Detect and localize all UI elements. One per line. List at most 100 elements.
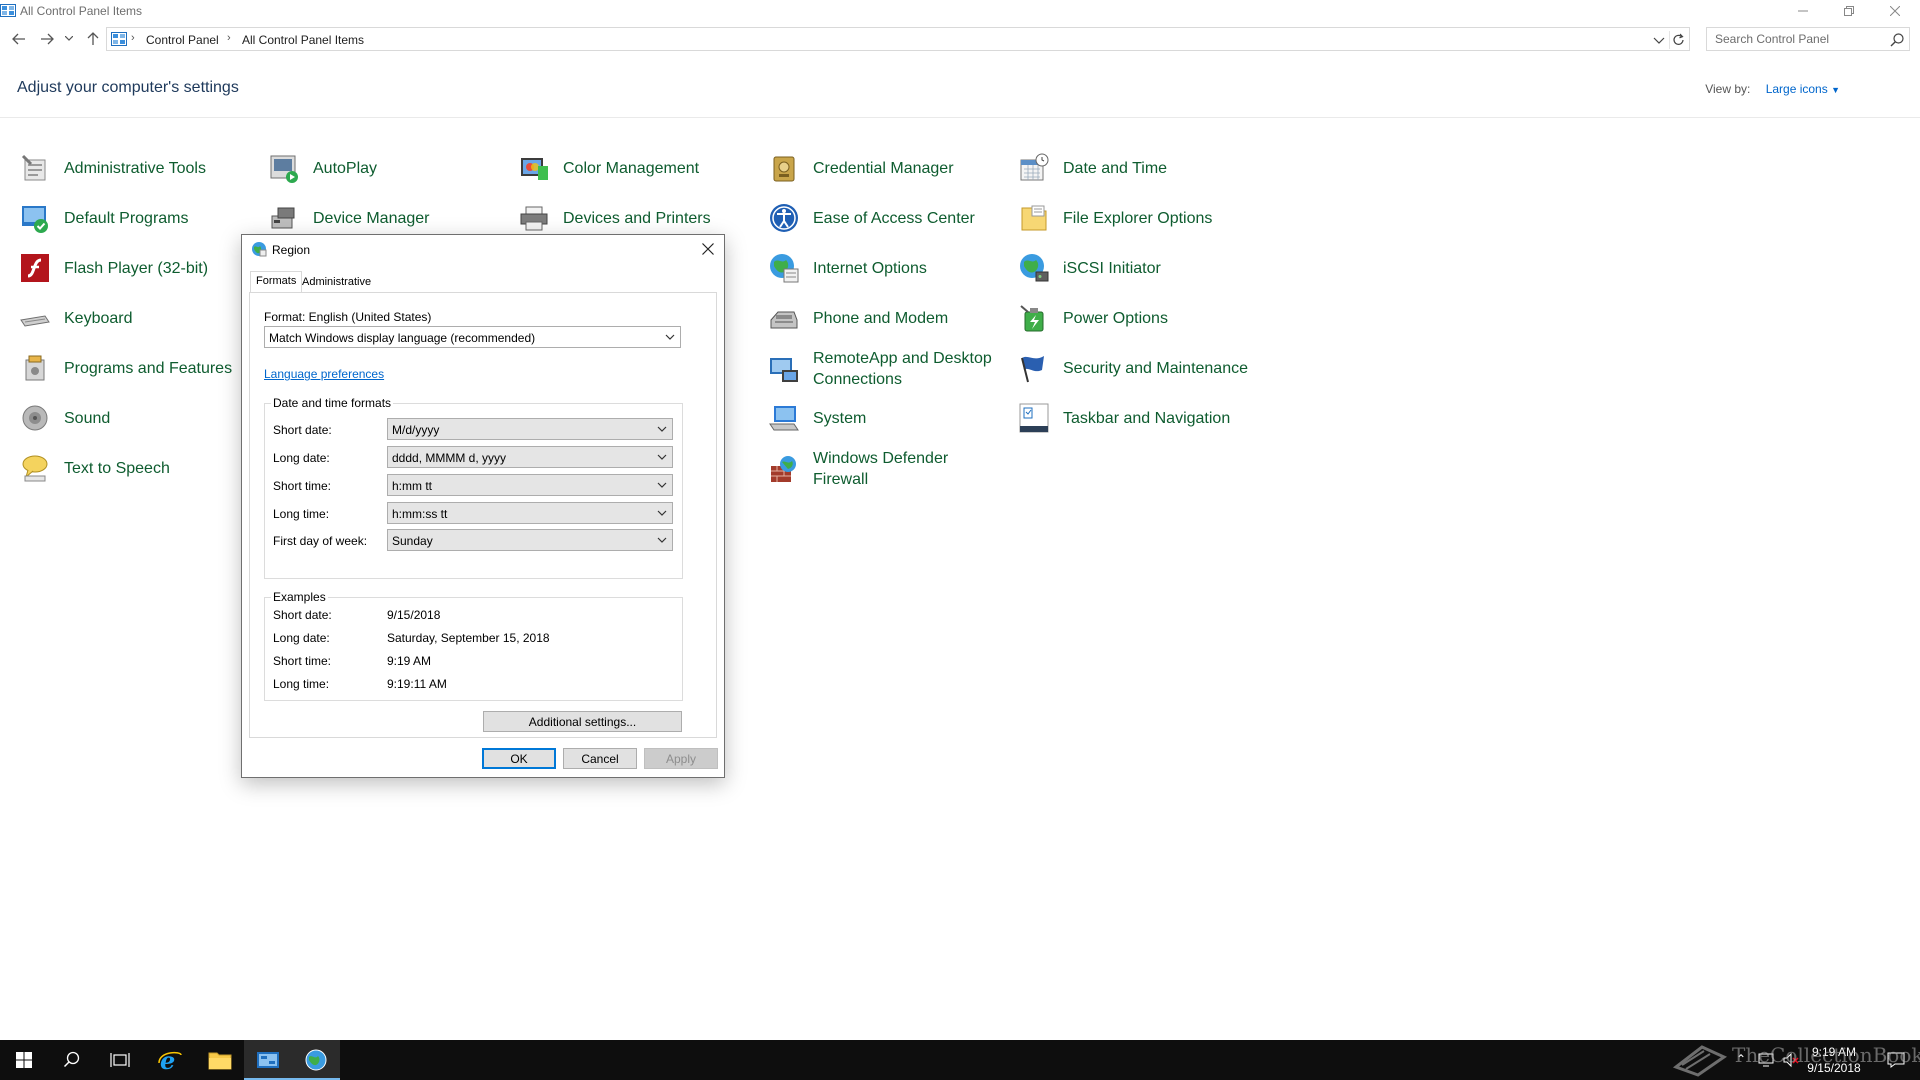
long-date-select[interactable]: dddd, MMMM d, yyyy xyxy=(387,446,673,468)
svg-text:e: e xyxy=(160,1047,175,1073)
cp-item-security-maintenance[interactable]: Security and Maintenance xyxy=(1018,348,1248,388)
example-short-time-value: 9:19 AM xyxy=(387,654,432,668)
control-panel-icon xyxy=(0,4,16,17)
control-panel-icon xyxy=(257,1052,279,1068)
keyboard-icon xyxy=(20,315,50,327)
task-view-icon xyxy=(110,1053,130,1067)
examples-group-title: Examples xyxy=(271,590,328,604)
view-by-dropdown[interactable]: Large icons ▼ xyxy=(1766,82,1840,96)
cp-item-system[interactable]: System xyxy=(768,398,866,438)
devices-printers-icon xyxy=(520,206,548,231)
cp-item-taskbar-navigation[interactable]: Taskbar and Navigation xyxy=(1018,398,1230,438)
windows-logo-icon xyxy=(16,1052,32,1068)
back-button[interactable] xyxy=(8,29,30,49)
taskbar-region-button[interactable] xyxy=(292,1040,340,1080)
view-by-label: View by: xyxy=(1705,82,1751,96)
restore-icon xyxy=(1844,6,1854,16)
example-long-time-label: Long time: xyxy=(273,677,330,691)
search-box[interactable] xyxy=(1706,27,1910,51)
cancel-button[interactable]: Cancel xyxy=(563,748,637,769)
cp-item-internet-options[interactable]: Internet Options xyxy=(768,248,927,288)
system-icon xyxy=(769,406,799,431)
apply-button[interactable]: Apply xyxy=(644,748,718,769)
page-heading: Adjust your computer's settings xyxy=(17,79,239,96)
long-time-select[interactable]: h:mm:ss tt xyxy=(387,502,673,524)
cp-item-administrative-tools[interactable]: Administrative Tools xyxy=(19,148,206,188)
example-long-date-value: Saturday, September 15, 2018 xyxy=(387,631,550,645)
minimize-button[interactable] xyxy=(1780,0,1826,22)
iscsi-initiator-icon xyxy=(1020,254,1049,282)
close-window-button[interactable] xyxy=(1872,0,1918,22)
cp-item-flash-player[interactable]: Flash Player (32-bit) xyxy=(19,248,208,288)
arrow-up-icon xyxy=(87,32,99,45)
ok-button[interactable]: OK xyxy=(482,748,556,769)
refresh-icon xyxy=(1673,33,1684,45)
examples-group: Examples Short date: 9/15/2018 Long date… xyxy=(264,590,683,701)
cp-item-sound[interactable]: Sound xyxy=(19,398,110,438)
cp-item-remoteapp[interactable]: RemoteApp and Desktop Connections xyxy=(768,348,993,396)
cp-item-default-programs[interactable]: Default Programs xyxy=(19,198,189,238)
dialog-close-button[interactable] xyxy=(694,237,722,261)
header-divider xyxy=(0,117,1920,118)
taskbar: e ⌃ 9:19 AM 9/15/2018 xyxy=(0,1040,1920,1080)
forward-button[interactable] xyxy=(36,29,58,49)
cp-item-programs-features[interactable]: Programs and Features xyxy=(19,348,232,388)
cp-item-text-to-speech[interactable]: Text to Speech xyxy=(19,448,170,488)
additional-settings-button[interactable]: Additional settings... xyxy=(483,711,682,732)
taskbar-ie-button[interactable]: e xyxy=(146,1040,194,1080)
text-to-speech-icon xyxy=(22,455,48,482)
firewall-icon xyxy=(771,456,796,482)
cp-item-date-time[interactable]: Date and Time xyxy=(1018,148,1167,188)
dialog-title-bar[interactable]: Region xyxy=(242,235,724,265)
cp-item-color-management[interactable]: Color Management xyxy=(518,148,699,188)
cp-item-power-options[interactable]: Power Options xyxy=(1018,298,1168,338)
chevron-down-icon xyxy=(1653,37,1665,44)
cp-item-device-manager[interactable]: Device Manager xyxy=(268,198,430,238)
breadcrumb-all-items[interactable]: All Control Panel Items xyxy=(242,33,364,47)
cp-item-iscsi-initiator[interactable]: iSCSI Initiator xyxy=(1018,248,1161,288)
search-input[interactable] xyxy=(1713,31,1883,47)
format-select[interactable]: Match Windows display language (recommen… xyxy=(264,326,681,348)
example-short-date-value: 9/15/2018 xyxy=(387,608,441,622)
cp-item-keyboard[interactable]: Keyboard xyxy=(19,298,133,338)
example-long-time-value: 9:19:11 AM xyxy=(387,677,447,691)
refresh-button[interactable] xyxy=(1669,31,1687,49)
cp-item-file-explorer-options[interactable]: File Explorer Options xyxy=(1018,198,1212,238)
cp-item-ease-of-access[interactable]: Ease of Access Center xyxy=(768,198,975,238)
start-button[interactable] xyxy=(0,1040,48,1080)
control-panel-icon xyxy=(111,32,127,46)
search-icon xyxy=(1890,33,1904,47)
tab-administrative[interactable]: Administrative xyxy=(297,273,376,292)
language-preferences-link[interactable]: Language preferences xyxy=(264,367,384,381)
remoteapp-icon xyxy=(770,358,798,382)
breadcrumb-control-panel[interactable]: Control Panel xyxy=(146,33,219,47)
taskbar-control-panel-button[interactable] xyxy=(244,1040,292,1080)
chevron-down-icon xyxy=(657,482,667,488)
example-short-date-label: Short date: xyxy=(273,608,332,622)
arrow-left-icon xyxy=(12,33,25,45)
breadcrumb-separator-icon: › xyxy=(227,32,231,44)
taskbar-file-explorer-button[interactable] xyxy=(196,1040,244,1080)
restore-button[interactable] xyxy=(1826,0,1872,22)
cp-item-credential-manager[interactable]: Credential Manager xyxy=(768,148,954,188)
recent-locations-button[interactable] xyxy=(62,29,76,49)
taskbar-search-button[interactable] xyxy=(48,1040,96,1080)
credential-manager-icon xyxy=(773,156,795,182)
example-short-time-label: Short time: xyxy=(273,654,332,668)
cp-item-phone-modem[interactable]: Phone and Modem xyxy=(768,298,948,338)
ease-of-access-icon xyxy=(770,204,798,232)
address-bar[interactable]: › Control Panel › All Control Panel Item… xyxy=(106,27,1690,51)
short-date-select[interactable]: M/d/yyyy xyxy=(387,418,673,440)
task-view-button[interactable] xyxy=(96,1040,144,1080)
cp-item-firewall[interactable]: Windows Defender Firewall xyxy=(768,448,963,496)
minimize-icon xyxy=(1798,10,1808,12)
cp-item-devices-printers[interactable]: Devices and Printers xyxy=(518,198,711,238)
short-time-select[interactable]: h:mm tt xyxy=(387,474,673,496)
up-button[interactable] xyxy=(82,29,104,49)
tab-formats[interactable]: Formats xyxy=(250,271,303,292)
address-dropdown-button[interactable] xyxy=(1651,31,1667,49)
search-icon xyxy=(63,1051,80,1068)
first-day-select[interactable]: Sunday xyxy=(387,529,673,551)
cp-item-autoplay[interactable]: AutoPlay xyxy=(268,148,377,188)
administrative-tools-icon xyxy=(21,154,46,181)
